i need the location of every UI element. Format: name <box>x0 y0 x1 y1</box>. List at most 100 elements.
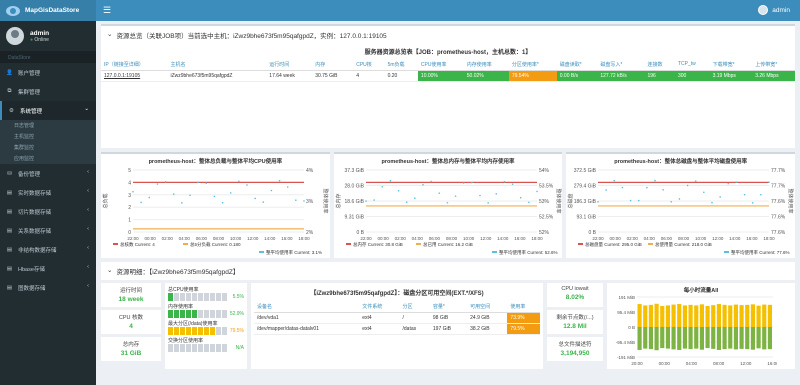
data-point <box>687 184 689 187</box>
bar-download <box>654 327 659 351</box>
y-tick-label: 2 <box>128 205 131 211</box>
table-cell: 4 <box>353 70 385 82</box>
bar-download <box>733 327 738 350</box>
sidebar-item-relational[interactable]: ▤ 关系数据存储 ‹ <box>0 221 96 240</box>
bar-download <box>677 327 682 350</box>
main-content: ⌄ 资源总览（关联JOB项）当前选中主机：iZwz9bhe673f5m95qafg… <box>96 21 800 385</box>
column-header[interactable]: TCP_tw <box>675 59 710 71</box>
sidebar-item-cluster[interactable]: ⧉ 集群管理 <box>0 82 96 101</box>
sidebar-subitem-cluster-monitor[interactable]: 集群监控 <box>0 142 96 153</box>
table-cell: /datas <box>399 323 430 335</box>
bar-upload <box>756 305 761 327</box>
user-status: ● Online <box>30 36 49 43</box>
x-tick-label: 18:00 <box>764 236 776 241</box>
table-cell: 24.9 GiB <box>467 312 508 324</box>
column-header[interactable]: 设备名 <box>254 301 360 313</box>
avatar <box>758 5 769 15</box>
user-menu[interactable]: admin <box>758 5 790 15</box>
column-header[interactable]: 分区 <box>399 301 430 313</box>
column-header[interactable]: 运行时间 <box>266 59 313 71</box>
chevron-left-icon: ‹ <box>87 264 89 270</box>
host-ip-link[interactable]: 127.0.0.1:19105 <box>101 70 168 82</box>
chevron-down-icon: ⌄ <box>107 267 113 274</box>
column-header[interactable]: CPU使用率 <box>417 59 464 71</box>
menu-toggle-icon[interactable]: ☰ <box>103 5 111 16</box>
chart-title: 每小时流量All <box>683 288 719 294</box>
legend-label: 总内存 Current: 30.8 GiB <box>353 241 403 248</box>
data-point <box>503 180 505 183</box>
data-point <box>364 200 367 202</box>
bar-upload <box>671 304 676 327</box>
x-tick-label: 12:00 <box>712 236 724 241</box>
data-point <box>181 202 183 204</box>
y-tick-label: 1 <box>128 218 131 224</box>
database-icon: ▤ <box>6 208 13 215</box>
sidebar-item-realtime[interactable]: ▤ 实时数据存储 ‹ <box>0 183 96 202</box>
y-tick-label: 3 <box>128 193 131 199</box>
user-icon: 👤 <box>6 69 13 76</box>
data-point <box>189 194 191 197</box>
column-header[interactable]: 磁盘读取* <box>556 59 598 71</box>
sidebar-subitem-app-monitor[interactable]: 应用监控 <box>0 153 96 164</box>
column-header[interactable]: IP（链接至详细） <box>101 59 168 71</box>
y2-tick-label: 77.7% <box>771 168 786 174</box>
bar-download <box>694 327 699 349</box>
column-header[interactable]: 5m负载 <box>384 59 418 71</box>
column-header[interactable]: CPU核 <box>353 59 385 71</box>
sidebar-item-unstructured[interactable]: ▤ 非结构数据存储 ‹ <box>0 240 96 259</box>
sidebar-item-account[interactable]: 👤 账户管理 <box>0 63 96 82</box>
column-header[interactable]: 内存 <box>312 59 354 71</box>
column-header[interactable]: 主机名 <box>167 59 267 71</box>
column-header[interactable]: 磁盘写入* <box>597 59 645 71</box>
gauge-segment <box>174 310 179 318</box>
gauge-bars <box>168 344 227 352</box>
gauge-segment <box>222 344 227 352</box>
detail-title[interactable]: ⌄ 资源明细：【iZwz9bhe673f5m95qafgpdZ】 <box>101 262 795 280</box>
column-header[interactable]: 连接数 <box>644 59 675 71</box>
sidebar-item-tile[interactable]: ▤ 切片数据存储 ‹ <box>0 202 96 221</box>
gauge-segment <box>192 344 197 352</box>
sidebar-subitem-host[interactable]: 主机监控 <box>0 131 96 142</box>
bar-upload <box>643 305 648 327</box>
legend-swatch <box>648 243 654 245</box>
data-point <box>621 186 624 189</box>
column-header[interactable]: 上传带宽* <box>752 59 795 71</box>
gauge-segment <box>222 293 227 301</box>
sidebar-item-system[interactable]: ⚙ 系统管理 ⌄ <box>0 101 96 120</box>
column-header[interactable]: 文件系统 <box>359 301 400 313</box>
data-point <box>597 201 600 203</box>
overview-title[interactable]: ⌄ 资源总览（关联JOB项）当前选中主机：iZwz9bhe673f5m95qafg… <box>101 26 795 44</box>
legend-label: 总核数 Current: 4 <box>120 241 155 248</box>
legend-swatch <box>491 251 497 253</box>
sidebar-item-graph[interactable]: ▤ 图数据存储 ‹ <box>0 278 96 297</box>
usage-gauge: 内存使用率 52.9% <box>168 303 244 318</box>
traffic-chart: 每小时流量All 191 MiB 95.4 MiB 0 B -95.4 MiB -191 … <box>607 283 795 369</box>
logo-icon <box>6 5 20 16</box>
chevron-left-icon: ‹ <box>87 283 89 289</box>
cpu-load-chart: prometheus-host：整体总负载与整体平均CPU使用率 5 4 3 2 1 0 4%… <box>101 152 330 258</box>
data-point <box>695 180 697 182</box>
column-header[interactable]: 分区使用率* <box>508 59 557 71</box>
column-header[interactable]: 内存使用率 <box>463 59 509 71</box>
sidebar-item-backup[interactable]: ⛁ 备份管理 ‹ <box>0 164 96 183</box>
gauge-segment <box>222 310 227 318</box>
app-logo[interactable]: MapGisDataStore <box>0 0 96 21</box>
y-tick-label: 186.3 GiB <box>574 199 597 205</box>
column-header[interactable]: 容量* <box>429 301 468 313</box>
column-header[interactable]: 使用率 <box>507 301 540 313</box>
data-point <box>254 197 256 200</box>
gauge-bars <box>168 327 227 335</box>
column-header[interactable]: 可用空间 <box>467 301 508 313</box>
y2-tick-label: 3% <box>306 199 314 205</box>
legend-swatch <box>259 251 264 253</box>
gauge-segment <box>180 310 185 318</box>
bar-upload <box>762 304 767 327</box>
column-header[interactable]: 下载带宽* <box>709 59 753 71</box>
sidebar-subitem-logs[interactable]: 日志管理 <box>0 120 96 131</box>
bar-download <box>756 327 761 349</box>
sidebar-item-hbase[interactable]: ▤ Hbase存储 ‹ <box>0 259 96 278</box>
y-tick-label: 5 <box>128 168 131 174</box>
y2-tick-label: 4% <box>306 168 314 174</box>
x-tick-label: 04:00 <box>411 236 423 241</box>
gauge-segment <box>198 293 203 301</box>
